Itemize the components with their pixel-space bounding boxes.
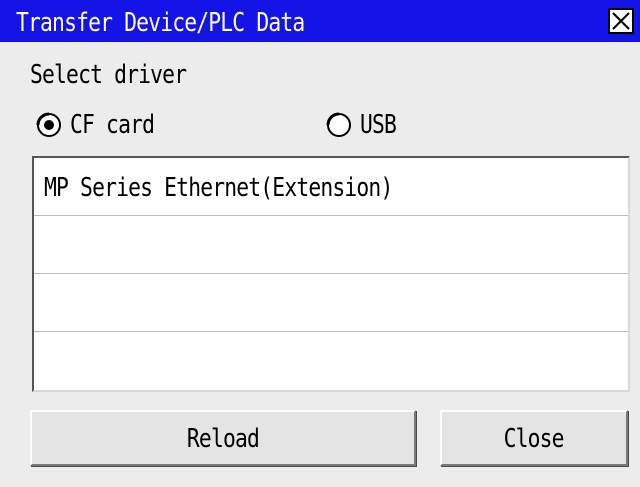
close-x-icon[interactable] [608,8,634,34]
transfer-dialog: Transfer Device/PLC Data Select driver C… [0,0,640,487]
window-title: Transfer Device/PLC Data [16,8,305,38]
list-item[interactable] [34,332,628,390]
close-button[interactable]: Close [440,410,628,466]
driver-list[interactable]: MP Series Ethernet(Extension) [32,156,630,392]
radio-cf-card[interactable]: CF card [36,108,206,142]
radio-cf-card-label: CF card [70,110,155,140]
radio-selected-icon [36,112,61,137]
reload-button-label: Reload [186,424,260,454]
radio-usb-label: USB [360,110,397,140]
select-driver-label: Select driver [30,60,187,90]
radio-unselected-icon [326,112,351,137]
radio-usb[interactable]: USB [326,108,446,142]
list-item[interactable] [34,216,628,274]
title-bar: Transfer Device/PLC Data [0,0,640,42]
list-item[interactable] [34,274,628,332]
close-button-label: Close [503,424,565,454]
reload-button[interactable]: Reload [30,410,416,466]
list-item-label: MP Series Ethernet(Extension) [44,173,393,203]
list-item[interactable]: MP Series Ethernet(Extension) [34,158,628,216]
